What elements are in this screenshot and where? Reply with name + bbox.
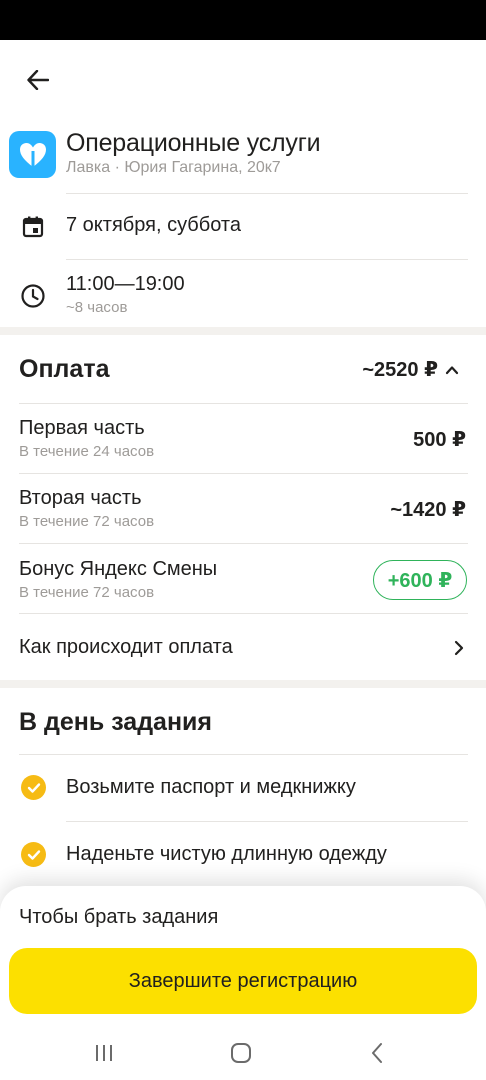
divider [66, 193, 468, 194]
divider [19, 403, 468, 404]
recents-icon [96, 1045, 112, 1061]
complete-registration-button[interactable]: Завершите регистрацию [9, 948, 477, 1014]
service-logo [9, 131, 56, 178]
divider [19, 613, 468, 614]
home-button[interactable] [221, 1038, 261, 1068]
divider [66, 259, 468, 260]
heart-logo-icon [19, 142, 46, 167]
payment-line-value: ~1420 ₽ [390, 499, 466, 521]
app-bar [0, 40, 486, 118]
check-icon [21, 842, 46, 867]
nav-back-button[interactable] [357, 1038, 397, 1068]
divider [19, 754, 468, 755]
task-date: 7 октября, суббота [66, 214, 241, 236]
divider [19, 473, 468, 474]
divider [66, 821, 468, 822]
status-bar [0, 0, 486, 40]
clock-icon [18, 281, 48, 311]
back-button[interactable] [20, 62, 56, 98]
checklist-item: Наденьте чистую длинную одежду [66, 843, 387, 865]
task-time: 11:00—19:00 [66, 273, 185, 295]
bottom-sheet-text: Чтобы брать задания [19, 906, 219, 928]
chevron-up-icon [445, 366, 459, 375]
service-title: Операционные услуги [66, 129, 321, 157]
task-day-title: В день задания [19, 708, 213, 736]
payment-line-sub: В течение 72 часов [19, 584, 155, 601]
divider [19, 543, 468, 544]
system-nav-bar [0, 1026, 486, 1080]
payment-line-sub: В течение 24 часов [19, 443, 155, 460]
chevron-right-icon [454, 640, 464, 656]
home-icon [231, 1043, 251, 1063]
payment-line-sub: В течение 72 часов [19, 513, 155, 530]
arrow-left-icon [27, 70, 49, 90]
payment-line-title: Вторая часть [19, 487, 142, 509]
section-gap [0, 327, 486, 335]
service-subtitle: Лавка · Юрия Гагарина, 20к7 [66, 159, 281, 176]
payment-title: Оплата [19, 355, 110, 383]
bonus-badge: +600 ₽ [373, 560, 467, 600]
check-icon [21, 775, 46, 800]
nav-back-icon [372, 1043, 382, 1063]
section-gap [0, 680, 486, 688]
recents-button[interactable] [84, 1038, 124, 1068]
calendar-icon [18, 212, 48, 242]
how-payment-link[interactable]: Как происходит оплата [0, 624, 486, 672]
payment-line-value: 500 ₽ [413, 429, 466, 451]
task-duration: ~8 часов [66, 299, 128, 316]
how-payment-label: Как происходит оплата [19, 636, 233, 658]
payment-total: ~2520 ₽ [362, 359, 438, 381]
payment-line-title: Бонус Яндекс Смены [19, 558, 218, 580]
checklist-item: Возьмите паспорт и медкнижку [66, 776, 356, 798]
payment-line-title: Первая часть [19, 417, 145, 439]
